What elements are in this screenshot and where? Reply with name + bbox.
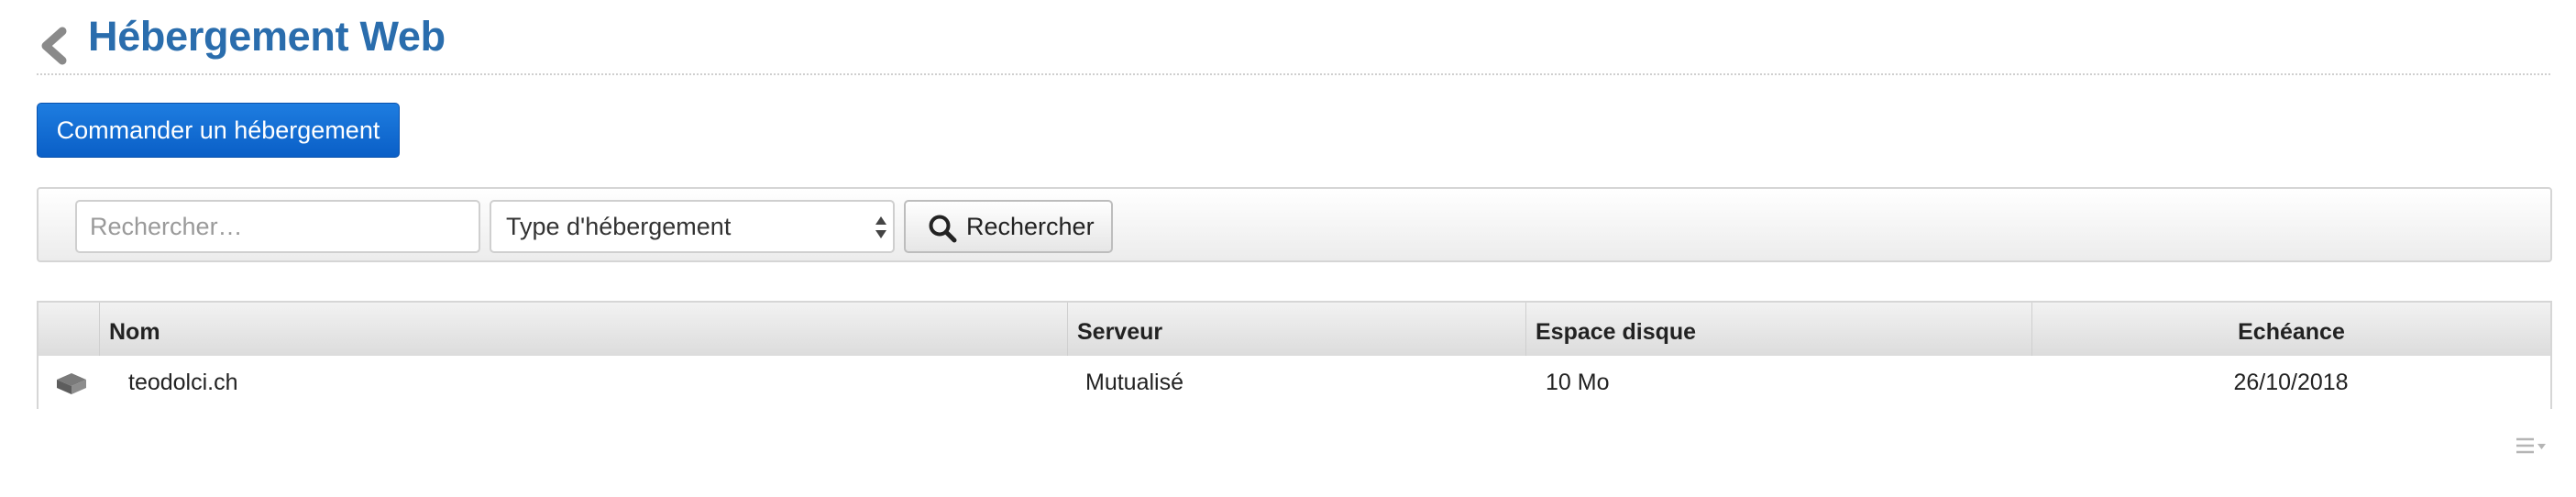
hosting-type-select[interactable]: Type d'hébergement [490, 200, 895, 253]
expiry-cell: 26/10/2018 [2233, 370, 2349, 395]
hosting-name-cell[interactable]: teodolci.ch [128, 356, 238, 409]
hosting-type-select-value: Type d'hébergement [506, 213, 732, 240]
search-icon [929, 215, 957, 243]
disk-space-cell: 10 Mo [1546, 370, 1610, 395]
server-cell: Mutualisé [1085, 370, 1183, 395]
filter-bar: Type d'hébergement Rechercher [37, 187, 2552, 262]
table-row[interactable]: teodolci.ch Mutualisé 10 Mo 26/10/2018 [39, 356, 2550, 409]
column-header-espace-disque[interactable]: Espace disque [1525, 303, 2031, 356]
select-arrows-icon [875, 216, 886, 238]
column-menu-icon[interactable] [2515, 436, 2547, 457]
icon-column-header [39, 303, 99, 356]
order-hosting-button[interactable]: Commander un hébergement [37, 103, 400, 158]
server-icon [57, 373, 86, 394]
column-header-echeance[interactable]: Echéance [2031, 303, 2550, 356]
table-header: Nom Serveur Espace disque Echéance [39, 303, 2550, 357]
search-input[interactable] [75, 200, 480, 253]
column-header-serveur[interactable]: Serveur [1067, 303, 1525, 356]
page-title: Hébergement Web [88, 13, 446, 60]
page-header: Hébergement Web [37, 7, 2550, 75]
chevron-left-icon[interactable] [37, 24, 72, 68]
search-button-label: Rechercher [966, 213, 1095, 240]
search-button[interactable]: Rechercher [904, 200, 1113, 253]
hosting-table: Nom Serveur Espace disque Echéance teodo… [37, 301, 2552, 409]
column-header-nom[interactable]: Nom [99, 303, 1067, 356]
